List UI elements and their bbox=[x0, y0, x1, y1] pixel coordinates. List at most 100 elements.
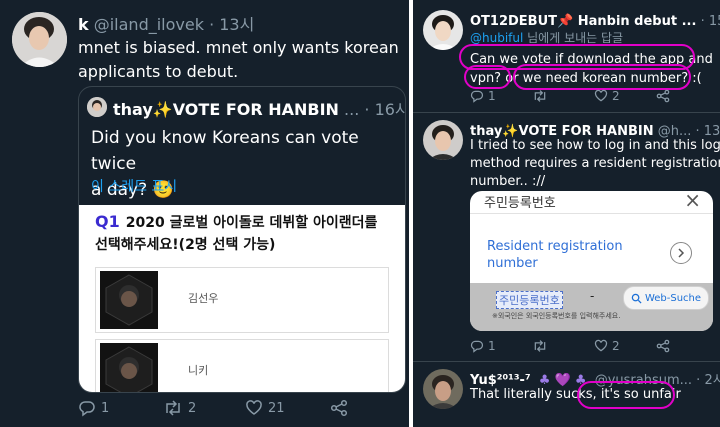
tweet-time[interactable]: 13시 bbox=[219, 15, 254, 34]
user-avatar[interactable] bbox=[12, 12, 67, 67]
retweet-button[interactable]: 2 bbox=[163, 399, 245, 417]
close-icon: × bbox=[684, 191, 701, 212]
poll-option: 니키 bbox=[95, 339, 389, 392]
name-emojis: ♣ 💜 ♣ bbox=[538, 373, 587, 388]
retweet-button[interactable] bbox=[532, 339, 594, 353]
tweet-text-line: Can we vote if download the app and bbox=[470, 52, 713, 67]
reply-count: 1 bbox=[101, 400, 110, 416]
quoted-ellipsis: ... bbox=[344, 100, 360, 119]
tweet-text: Can we vote if download the app and vpn?… bbox=[470, 50, 713, 88]
display-name[interactable]: Yu$²⁰¹³-⁷ bbox=[470, 373, 531, 388]
reply-button[interactable]: 1 bbox=[470, 89, 532, 103]
grey-band: 주민등록번호 - Web-Suche ※외국인은 외국인등록번호를 입력해주세요… bbox=[470, 283, 713, 331]
retweet-icon bbox=[166, 400, 180, 416]
reply-icon bbox=[470, 340, 484, 353]
user-avatar[interactable] bbox=[423, 10, 463, 50]
tweet-header: k @iland_ilovek · 13시 bbox=[78, 15, 255, 34]
image-header-text: 주민등록번호 bbox=[484, 196, 556, 211]
user-handle[interactable]: @yusrahsum... bbox=[595, 373, 692, 388]
heart-icon bbox=[594, 339, 608, 352]
tweet-text: mnet is biased. mnet only wants korean a… bbox=[78, 36, 399, 84]
retweet-count: 2 bbox=[188, 400, 197, 416]
like-button[interactable]: 2 bbox=[594, 89, 656, 103]
reply-count: 1 bbox=[488, 89, 496, 103]
share-button[interactable] bbox=[656, 89, 670, 103]
user-handle[interactable]: @iland_ilovek bbox=[94, 15, 204, 34]
reply-button[interactable]: 1 bbox=[78, 399, 163, 417]
image-divider bbox=[470, 213, 713, 214]
resident-registration-option: Resident registration number bbox=[487, 238, 623, 272]
user-avatar[interactable] bbox=[423, 120, 463, 160]
tweet-text-line: number.. :// bbox=[470, 174, 546, 189]
share-icon bbox=[656, 89, 670, 103]
quoted-display-name: thay✨VOTE FOR HANBIN bbox=[113, 100, 339, 119]
web-search-label: Web-Suche bbox=[644, 292, 702, 304]
web-search-chip: Web-Suche bbox=[623, 286, 709, 310]
reply-icon bbox=[470, 90, 484, 103]
like-count: 21 bbox=[268, 400, 285, 416]
tweet-text-part: vpn? bbox=[470, 71, 502, 86]
attached-image[interactable]: 주민등록번호 × Resident registration number 주민… bbox=[470, 191, 713, 331]
display-name[interactable]: k bbox=[78, 15, 89, 34]
like-count: 2 bbox=[612, 89, 620, 103]
quoted-text-line: Did you know Koreans can vote twice bbox=[91, 128, 359, 174]
tweet-text-part: That literally sucks bbox=[470, 387, 593, 402]
tweet-time[interactable]: 2시 bbox=[704, 373, 720, 388]
share-button[interactable] bbox=[656, 339, 670, 353]
quoted-tweet-header: thay✨VOTE FOR HANBIN ... · 16시 bbox=[113, 96, 405, 120]
candidate-name: 김선우 bbox=[188, 292, 219, 305]
tweet-text-part: or bbox=[505, 71, 519, 86]
reply-context: @hubiful 님에게 보내는 답글 bbox=[470, 29, 623, 46]
poll-question: Q1 2020 글로벌 아이돌로 데뷔할 아이랜더를 선택해주세요!(2명 선택 … bbox=[95, 211, 377, 256]
like-button[interactable]: 2 bbox=[594, 339, 656, 353]
user-avatar[interactable] bbox=[423, 369, 463, 409]
retweet-icon bbox=[534, 340, 546, 352]
field-text: 주민등록번호 bbox=[496, 291, 563, 309]
quoted-tweet-time: 16시 bbox=[374, 100, 405, 119]
display-name[interactable]: OT12DEBUT📌 Hanbin debut ... bbox=[470, 14, 696, 29]
reply-count: 1 bbox=[488, 339, 496, 353]
candidate-photo bbox=[100, 271, 158, 329]
tweet-header: OT12DEBUT📌 Hanbin debut ... · 15시 bbox=[470, 10, 720, 29]
quoted-user-avatar bbox=[87, 97, 107, 117]
quoted-tweet-card[interactable]: thay✨VOTE FOR HANBIN ... · 16시 Did you k… bbox=[78, 86, 406, 393]
search-icon bbox=[631, 293, 642, 304]
right-replies-panel: OT12DEBUT📌 Hanbin debut ... · 15시 @hubif… bbox=[413, 0, 720, 427]
chevron-right-icon bbox=[670, 242, 692, 264]
tweet-actions: 1 2 bbox=[470, 89, 670, 103]
tweet-text: I tried to see how to log in and this lo… bbox=[470, 137, 720, 191]
tweet-text-line: method requires a resident registration bbox=[470, 156, 720, 171]
retweet-button[interactable] bbox=[532, 89, 594, 103]
poll-question-line: 2020 글로벌 아이돌로 데뷔할 아이랜더를 bbox=[125, 215, 378, 231]
candidate-photo bbox=[100, 343, 158, 392]
share-button[interactable] bbox=[330, 399, 348, 417]
reply-to-handle[interactable]: @hubiful bbox=[470, 31, 523, 45]
tweet-text-line: applicants to debut. bbox=[78, 62, 239, 81]
reply-icon bbox=[79, 401, 95, 417]
vote-screenshot-image: Q1 2020 글로벌 아이돌로 데뷔할 아이랜더를 선택해주세요!(2명 선택 … bbox=[79, 205, 405, 392]
tweet-text-part: it's so unfair bbox=[600, 387, 681, 402]
screenshot-composite: k @iland_ilovek · 13시 mnet is biased. mn… bbox=[0, 0, 720, 427]
share-icon bbox=[330, 399, 348, 417]
poll-option: 김선우 bbox=[95, 267, 389, 333]
tweet-text-part: , bbox=[592, 387, 597, 402]
share-icon bbox=[656, 339, 670, 353]
tweet-divider bbox=[413, 361, 720, 362]
show-thread-link[interactable]: 이 스레드 표시 bbox=[91, 176, 177, 196]
candidate-name: 니키 bbox=[188, 364, 209, 377]
reply-to-suffix: 님에게 보내는 답글 bbox=[523, 31, 624, 45]
tweet-header: Yu$²⁰¹³-⁷ ♣ 💜 ♣ @yusrahsum... · 2시 bbox=[470, 369, 720, 388]
tweet-text-line: I tried to see how to log in and this lo… bbox=[470, 138, 720, 153]
tweet-divider bbox=[413, 112, 720, 113]
tweet-text-line: mnet is biased. mnet only wants korean bbox=[78, 38, 399, 57]
option-line: Resident registration bbox=[487, 239, 623, 254]
heart-icon bbox=[246, 400, 262, 415]
tweet-time[interactable]: 15시 bbox=[709, 14, 720, 29]
like-button[interactable]: 21 bbox=[245, 399, 330, 417]
reply-button[interactable]: 1 bbox=[470, 339, 532, 353]
heart-icon bbox=[594, 89, 608, 102]
like-count: 2 bbox=[612, 339, 620, 353]
tweet-text: That literally sucks, it's so unfair bbox=[470, 387, 681, 402]
retweet-icon bbox=[534, 90, 546, 102]
tweet-text-part: we need korean number? :( bbox=[522, 71, 702, 86]
